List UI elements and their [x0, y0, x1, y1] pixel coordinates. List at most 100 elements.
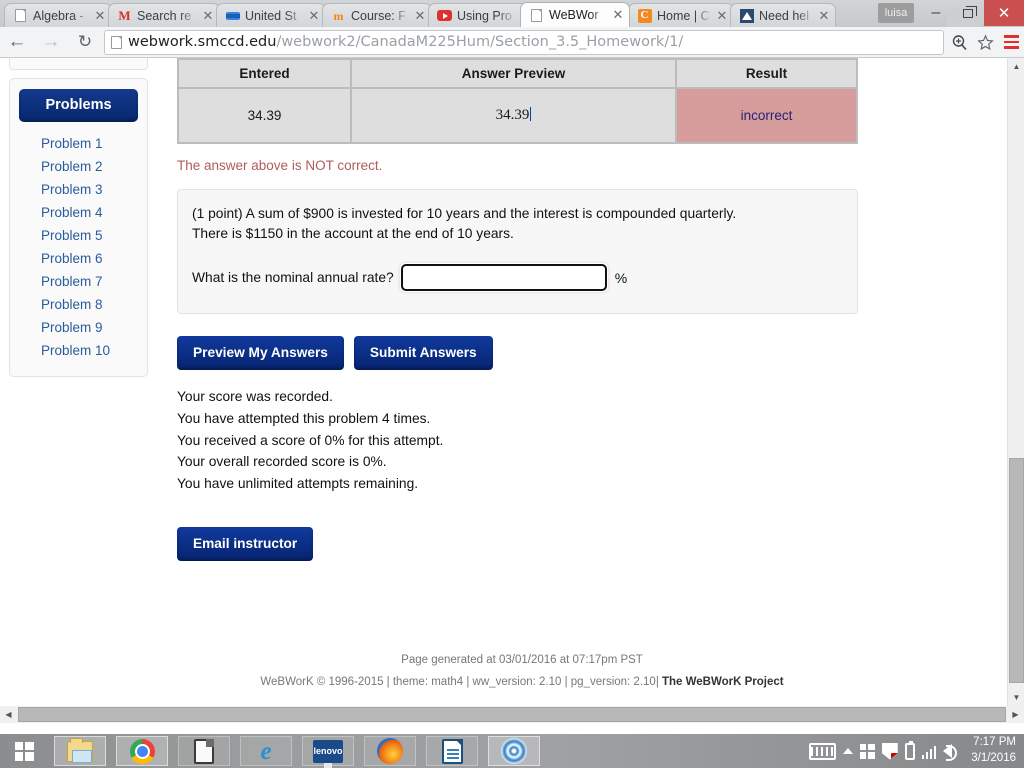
browser-tab-home-canvas[interactable]: C Home | C ✕	[628, 3, 734, 27]
submit-answers-button[interactable]: Submit Answers	[353, 336, 493, 370]
close-icon[interactable]: ✕	[611, 8, 625, 22]
battery-icon[interactable]	[904, 740, 915, 760]
sidebar-item-problem-3[interactable]: Problem 3	[19, 178, 138, 201]
url-path: /webwork2/CanadaM225Hum/Section_3.5_Home…	[276, 34, 684, 50]
sidebar-item-problem-5[interactable]: Problem 5	[19, 224, 138, 247]
percent-unit-label: %	[614, 269, 628, 286]
score-line: You have attempted this problem 4 times.	[177, 410, 431, 426]
footer-project-link[interactable]: The WeBWorK Project	[662, 676, 784, 688]
taskbar-item-file-explorer[interactable]	[54, 736, 106, 766]
window-maximize-button[interactable]	[952, 0, 984, 26]
windows-flag-icon[interactable]	[859, 743, 875, 759]
footer-credits-meta: WeBWorK © 1996-2015 | theme: math4 | ww_…	[260, 676, 662, 688]
answer-results-table: Entered Answer Preview Result 34.39 34.3…	[177, 58, 858, 144]
youtube-icon	[437, 8, 452, 23]
footer-credits: WeBWorK © 1996-2015 | theme: math4 | ww_…	[177, 676, 867, 688]
security-shield-icon[interactable]	[881, 742, 898, 760]
taskbar-item-lenovo-app[interactable]: lenovo	[302, 736, 354, 768]
tab-title: Search re	[137, 8, 192, 23]
window-minimize-button[interactable]: –	[920, 0, 952, 26]
sidebar-item-problem-4[interactable]: Problem 4	[19, 201, 138, 224]
tab-strip: Algebra - ✕ M Search re ✕ United St ✕ m …	[0, 0, 1024, 27]
taskbar-item-spiral-app[interactable]	[488, 736, 540, 766]
close-icon[interactable]: ✕	[307, 9, 321, 23]
sidebar-item-problem-2[interactable]: Problem 2	[19, 155, 138, 178]
clock-time: 7:17 PM	[973, 736, 1016, 749]
url-text: webwork.smccd.edu/webwork2/CanadaM225Hum…	[128, 34, 683, 50]
scroll-down-arrow-icon[interactable]: ▼	[1008, 689, 1024, 706]
score-line: Your overall recorded score is 0%.	[177, 454, 387, 470]
sidebar-item-problem-10[interactable]: Problem 10	[19, 339, 138, 362]
sidebar-top-stub	[9, 58, 148, 70]
windows-logo-icon	[14, 741, 34, 761]
close-icon[interactable]: ✕	[201, 9, 215, 23]
sidebar-item-problem-9[interactable]: Problem 9	[19, 316, 138, 339]
close-icon[interactable]: ✕	[715, 9, 729, 23]
scroll-up-arrow-icon[interactable]: ▲	[1008, 58, 1024, 75]
sidebar-item-problem-1[interactable]: Problem 1	[19, 132, 138, 155]
column-header-answer-preview: Answer Preview	[351, 59, 676, 88]
score-line: You received a score of 0% for this atte…	[177, 432, 444, 448]
preview-my-answers-button[interactable]: Preview My Answers	[177, 336, 344, 370]
start-button[interactable]	[0, 734, 48, 768]
network-signal-icon[interactable]	[921, 744, 937, 759]
tab-title: Algebra -	[33, 8, 84, 23]
browser-tab-course[interactable]: m Course: F ✕	[322, 3, 432, 27]
answer-question-label: What is the nominal annual rate?	[192, 270, 394, 285]
address-bar[interactable]: webwork.smccd.edu/webwork2/CanadaM225Hum…	[104, 29, 944, 55]
profile-chip[interactable]: luisa	[878, 3, 914, 23]
browser-tab-search[interactable]: M Search re ✕	[108, 3, 220, 27]
browser-tab-united-st[interactable]: United St ✕	[216, 3, 326, 27]
webwork-page: Problems Problem 1 Problem 2 Problem 3 P…	[0, 58, 1007, 706]
back-arrow-icon[interactable]: ←	[0, 27, 34, 58]
reload-icon[interactable]: ↻	[68, 27, 102, 58]
system-tray: 7:17 PM 3/1/2016	[808, 734, 1024, 768]
chrome-menu-icon[interactable]	[998, 27, 1024, 58]
volume-icon[interactable]	[943, 744, 960, 761]
score-line: You have unlimited attempts remaining.	[177, 476, 419, 492]
scroll-left-arrow-icon[interactable]: ◀	[0, 706, 17, 723]
taskbar-item-document-app[interactable]	[178, 736, 230, 766]
main-content: Entered Answer Preview Result 34.39 34.3…	[177, 58, 867, 561]
show-hidden-icons-icon[interactable]	[842, 748, 853, 754]
browser-tab-webwork[interactable]: WeBWor ✕	[520, 2, 630, 27]
vertical-scrollbar-thumb[interactable]	[1009, 458, 1024, 683]
taskbar-item-libreoffice-writer[interactable]	[426, 736, 478, 766]
problem-statement-box: (1 point) A sum of $900 is invested for …	[177, 189, 858, 314]
taskbar-clock[interactable]: 7:17 PM 3/1/2016	[971, 735, 1016, 766]
close-icon[interactable]: ✕	[817, 9, 831, 23]
browser-window: Algebra - ✕ M Search re ✕ United St ✕ m …	[0, 0, 1024, 734]
sidebar-item-problem-7[interactable]: Problem 7	[19, 270, 138, 293]
sidebar-item-problem-6[interactable]: Problem 6	[19, 247, 138, 270]
taskbar-item-firefox[interactable]	[364, 736, 416, 766]
taskbar-item-internet-explorer[interactable]: e	[240, 736, 292, 766]
horizontal-scrollbar[interactable]: ◀ ▶	[0, 706, 1024, 723]
browser-tab-need-help[interactable]: Need hel ✕	[730, 3, 836, 27]
answer-input[interactable]	[399, 263, 608, 292]
document-icon	[194, 738, 214, 764]
not-correct-message: The answer above is NOT correct.	[177, 158, 383, 173]
forward-arrow-icon[interactable]: →	[34, 27, 68, 58]
email-instructor-button[interactable]: Email instructor	[177, 526, 314, 561]
tab-title: Home | C	[657, 8, 710, 23]
keyboard-icon[interactable]	[808, 742, 836, 760]
ie-icon: e	[260, 737, 272, 765]
scroll-right-arrow-icon[interactable]: ▶	[1007, 706, 1024, 723]
page-icon	[529, 8, 544, 23]
problems-header: Problems	[19, 89, 138, 122]
lenovo-icon: lenovo	[313, 739, 343, 768]
close-icon[interactable]: ✕	[413, 9, 427, 23]
cell-entered: 34.39	[178, 88, 351, 143]
taskbar-item-google-chrome[interactable]	[116, 736, 168, 766]
triangle-icon	[739, 8, 754, 23]
moodle-icon: m	[333, 8, 344, 23]
zoom-icon[interactable]	[946, 27, 972, 58]
close-icon[interactable]: ✕	[93, 9, 107, 23]
horizontal-scrollbar-thumb[interactable]	[18, 707, 1006, 722]
bookmark-star-icon[interactable]	[972, 27, 998, 58]
window-close-button[interactable]: ✕	[984, 0, 1024, 26]
gmail-icon: M	[118, 8, 131, 23]
sidebar-item-problem-8[interactable]: Problem 8	[19, 293, 138, 316]
vertical-scrollbar[interactable]: ▲ ▼	[1007, 58, 1024, 706]
browser-tab-algebra[interactable]: Algebra - ✕	[4, 3, 112, 27]
